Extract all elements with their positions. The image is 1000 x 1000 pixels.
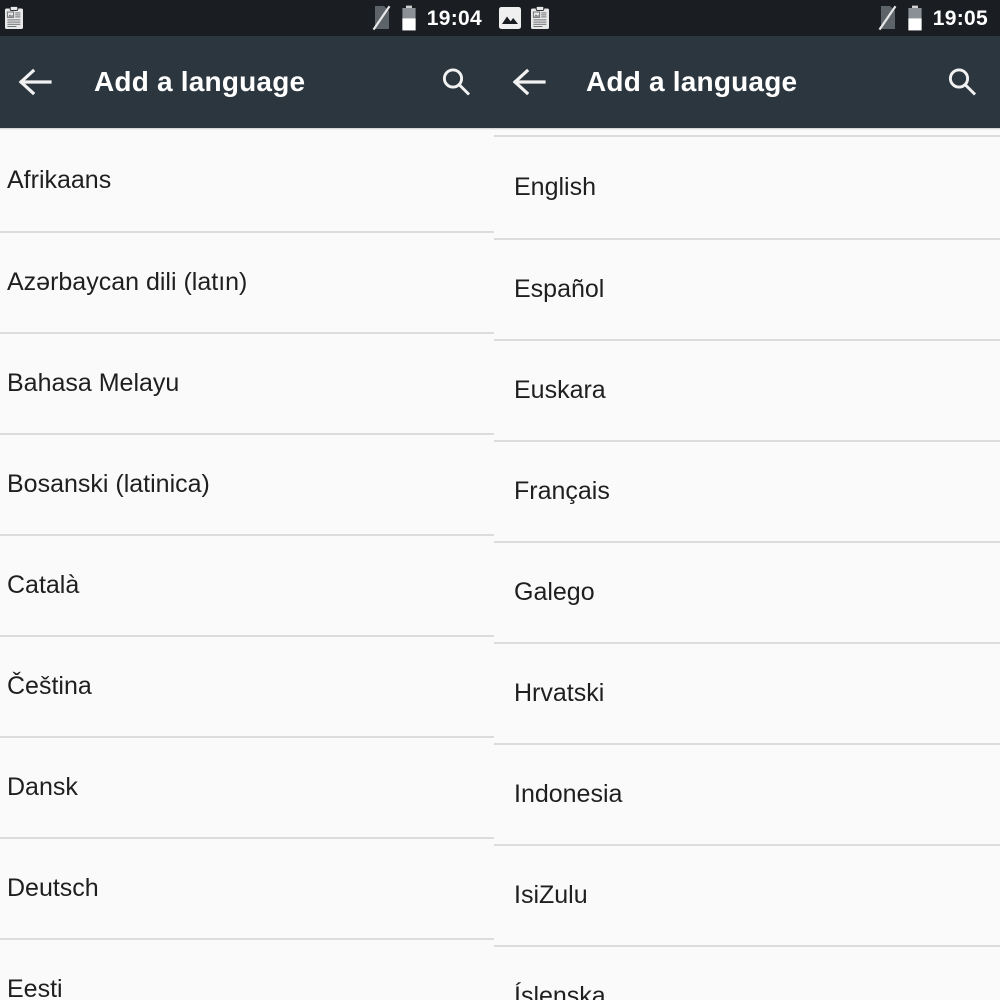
list-item[interactable]: Català: [0, 534, 494, 635]
panel-left: 19:04 Add a language Afrikaans Azərbayca…: [0, 0, 494, 1000]
search-button[interactable]: [934, 54, 990, 110]
back-arrow-icon: [18, 68, 52, 96]
language-label: Čeština: [7, 672, 92, 700]
language-label: IsiZulu: [514, 881, 588, 909]
app-bar-shadow-right: [494, 128, 1000, 130]
status-bar-right: 19:05: [494, 0, 1000, 36]
stitched-screenshot: 19:04 Add a language Afrikaans Azərbayca…: [0, 0, 1000, 1000]
language-label: Català: [7, 571, 80, 599]
status-bar-right-icons: 19:05: [877, 5, 988, 31]
status-bar-left: 19:04: [0, 0, 494, 36]
panel-right: 19:05 Add a language English Español Eus…: [494, 0, 1000, 1000]
app-bar-right: Add a language: [494, 36, 1000, 128]
language-list-left[interactable]: Afrikaans Azərbaycan dili (latın) Bahasa…: [0, 130, 494, 1000]
language-label: Dansk: [7, 773, 78, 801]
status-bar-left-icons: [498, 6, 550, 30]
status-clock: 19:04: [426, 6, 482, 30]
app-bar-left: Add a language: [0, 36, 494, 128]
language-label: Deutsch: [7, 874, 99, 902]
list-item[interactable]: Français: [494, 440, 1000, 541]
language-label: Azərbaycan dili (latın): [7, 268, 248, 296]
search-icon: [442, 68, 471, 96]
list-item[interactable]: Azərbaycan dili (latın): [0, 231, 494, 332]
no-sim-icon: [372, 5, 391, 31]
language-label: Indonesia: [514, 780, 623, 808]
page-title: Add a language: [94, 66, 306, 97]
list-item[interactable]: Dansk: [0, 736, 494, 837]
status-bar-left-icons: [4, 6, 24, 30]
list-item[interactable]: Afrikaans: [0, 130, 494, 231]
list-item[interactable]: Bosanski (latinica): [0, 433, 494, 534]
image-icon: [499, 7, 521, 29]
language-label: English: [514, 173, 596, 201]
list-item[interactable]: Euskara: [494, 339, 1000, 440]
clipboard-icon: [5, 6, 23, 29]
list-item[interactable]: Čeština: [0, 635, 494, 736]
back-button[interactable]: [502, 54, 558, 110]
list-item[interactable]: Galego: [494, 541, 1000, 642]
language-label: Galego: [514, 578, 595, 606]
language-label: Bahasa Melayu: [7, 369, 180, 397]
language-label: Afrikaans: [7, 166, 112, 194]
list-item[interactable]: Eesti: [0, 938, 494, 1000]
list-item[interactable]: Hrvatski: [494, 642, 1000, 743]
list-item[interactable]: Indonesia: [494, 743, 1000, 844]
search-button[interactable]: [428, 54, 484, 110]
language-label: Euskara: [514, 376, 606, 404]
list-item[interactable]: Deutsch: [0, 837, 494, 938]
language-label: Hrvatski: [514, 679, 605, 707]
status-bar-right-icons: 19:04: [371, 5, 482, 31]
battery-icon: [402, 5, 416, 31]
list-item[interactable]: Íslenska: [494, 945, 1000, 1000]
list-item[interactable]: Bahasa Melayu: [0, 332, 494, 433]
language-label: Español: [514, 275, 605, 303]
list-item[interactable]: English: [494, 137, 1000, 238]
status-clock: 19:05: [932, 6, 988, 30]
language-list-right[interactable]: English Español Euskara Français Galego …: [494, 137, 1000, 1000]
search-icon: [948, 68, 977, 96]
back-button[interactable]: [8, 54, 64, 110]
language-label: Eesti: [7, 975, 63, 1000]
list-item[interactable]: Español: [494, 238, 1000, 339]
language-label: Bosanski (latinica): [7, 470, 210, 498]
language-label: Íslenska: [514, 982, 606, 1000]
language-label: Français: [514, 477, 610, 505]
list-item[interactable]: IsiZulu: [494, 844, 1000, 945]
battery-icon: [908, 5, 922, 31]
back-arrow-icon: [512, 68, 546, 96]
page-title: Add a language: [586, 66, 798, 97]
no-sim-icon: [878, 5, 897, 31]
clipboard-icon: [531, 6, 549, 29]
